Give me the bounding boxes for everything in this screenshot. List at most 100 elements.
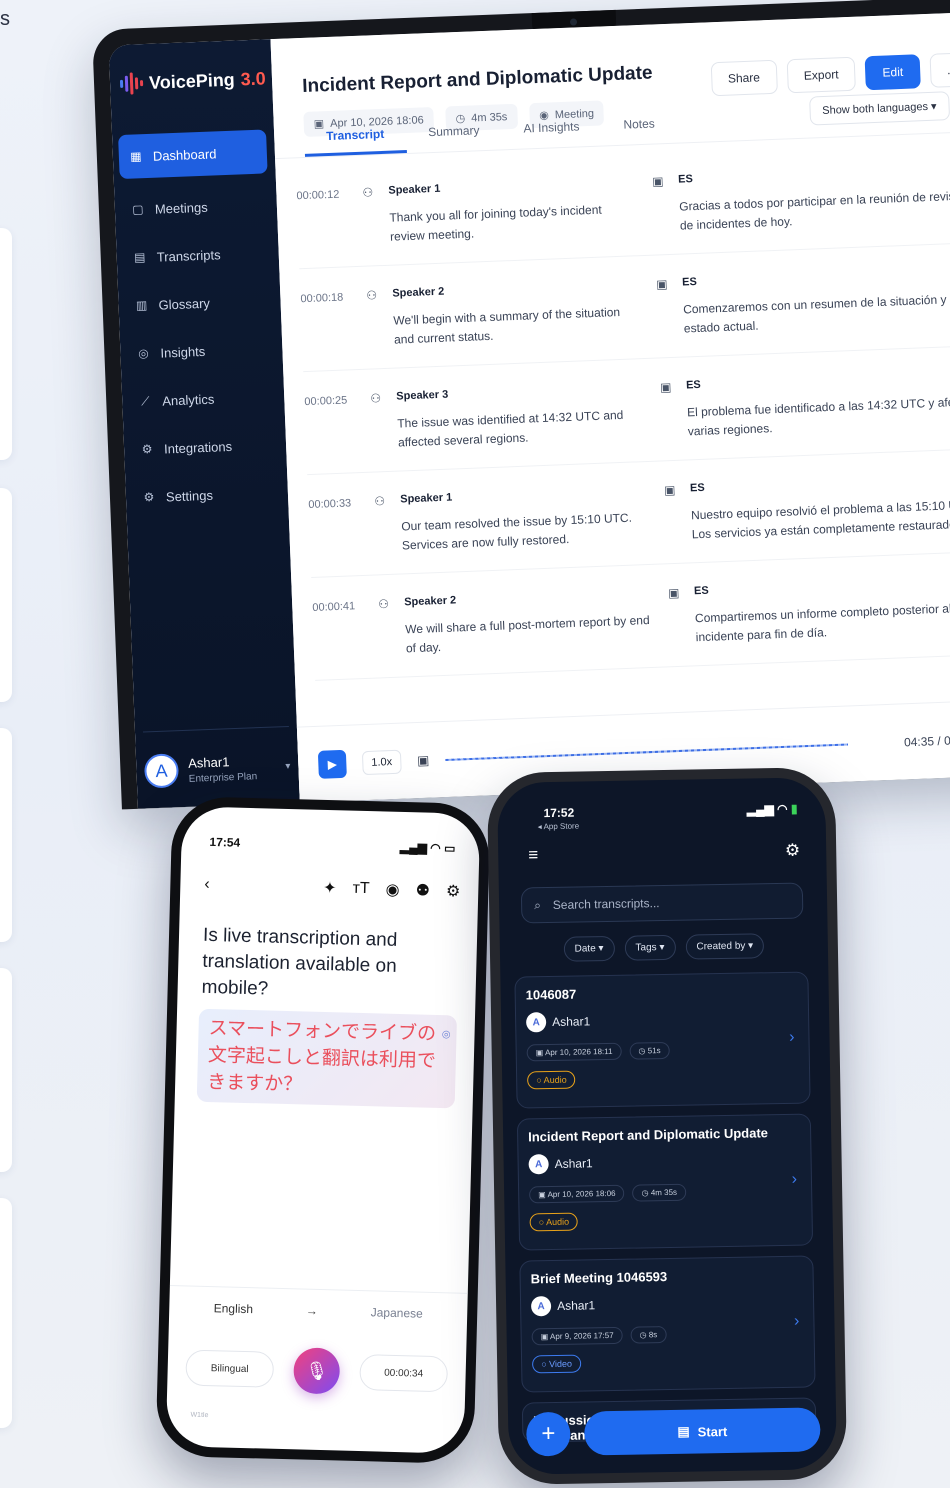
chevron-down-icon: ▾ <box>656 942 665 954</box>
search-icon: ⌕ <box>533 897 541 912</box>
sidebar-item-label: Analytics <box>161 391 215 409</box>
filter-tags[interactable]: Tags ▾ <box>624 934 676 961</box>
edit-button[interactable]: Edit <box>864 54 921 91</box>
speaker-name: Speaker 2 <box>403 594 457 609</box>
badge-label: Audio <box>546 1216 570 1228</box>
chevron-down-icon[interactable]: ▾ <box>285 760 290 771</box>
timestamp[interactable]: 00:00:12 <box>296 186 364 250</box>
sidebar-item-integrations[interactable]: ⚙ Integrations <box>129 427 278 467</box>
gear-icon[interactable]: ⚙ <box>785 841 801 861</box>
playback-speed-button[interactable]: 1.0x <box>361 749 402 775</box>
signal-battery-icon: ▂▄▆ ◠ ▮ <box>746 801 798 817</box>
speaker-icon: ⚇ <box>377 597 390 612</box>
chevron-right-icon[interactable]: › <box>789 1029 795 1047</box>
source-language[interactable]: English <box>214 1301 254 1316</box>
sidebar-item-analytics[interactable]: ⟋ Analytics <box>128 379 277 419</box>
timestamp[interactable]: 00:00:25 <box>304 392 372 456</box>
add-button[interactable]: + <box>525 1411 571 1457</box>
original-column: Speaker 3 The issue was identified at 14:… <box>396 381 648 453</box>
timestamp[interactable]: 00:00:41 <box>312 597 380 661</box>
sidebar-item-transcripts[interactable]: ▤ Transcripts <box>122 235 271 275</box>
clip-icon[interactable]: ▣ <box>417 752 430 768</box>
start-label: Start <box>697 1423 728 1440</box>
gear-icon[interactable]: ⚙ <box>446 881 461 901</box>
sidebar-item-meetings[interactable]: ▢ Meetings <box>120 187 269 227</box>
transcript-card[interactable]: Brief Meeting 1046593 A Ashar1 ▣ Apr 9, 202… <box>519 1255 816 1393</box>
sidebar-item-label: Settings <box>165 487 214 504</box>
card-user: A Ashar1 <box>525 1008 798 1033</box>
waveform-scrubber[interactable] <box>445 731 889 770</box>
original-column: Speaker 2 We will share a full post-morte… <box>404 587 656 659</box>
sidebar-item-glossary[interactable]: ▥ Glossary <box>124 283 273 323</box>
translate-badge-icon: ◎ <box>441 1029 451 1041</box>
target-language[interactable]: Japanese <box>371 1305 423 1320</box>
timestamp[interactable]: 00:00:33 <box>308 495 376 559</box>
microphone-button[interactable]: 🎙 <box>293 1347 341 1395</box>
filter-date[interactable]: Date ▾ <box>563 935 615 962</box>
back-icon[interactable]: ‹ <box>204 876 210 894</box>
subtitle-icon: ▤ <box>677 1423 690 1439</box>
speaker-icon: ⚇ <box>374 494 386 509</box>
add-user-icon[interactable]: ⚉ <box>415 880 430 900</box>
app-logo[interactable]: VoicePing 3.0 <box>109 39 273 95</box>
sidebar-item-dashboard[interactable]: ▦ Dashboard <box>118 129 268 180</box>
card-title: 1046087 <box>525 986 577 1003</box>
transcript-card[interactable]: 1046087 A Ashar1 ▣ Apr 10, 2026 18:11 ◷ 51s ○… <box>514 971 811 1109</box>
translate-icon: ▣ <box>667 585 680 601</box>
speaker-name: Speaker 2 <box>392 285 445 300</box>
bilingual-mode-button[interactable]: Bilingual <box>185 1349 275 1388</box>
card-duration: 8s <box>648 1330 658 1340</box>
tab-ai-insights[interactable]: AI Insights <box>501 119 602 150</box>
card-meta: ▣ Apr 10, 2026 18:06 ◷ 4m 35s <box>529 1182 801 1204</box>
tab-transcript[interactable]: Transcript <box>303 126 407 157</box>
translated-text: Gracias a todos por participar en la reu… <box>678 188 950 233</box>
timestamp[interactable]: 00:00:18 <box>300 289 368 353</box>
card-user-name: Ashar1 <box>552 1014 591 1029</box>
sidebar-item-label: Insights <box>160 343 206 361</box>
speaker-icon[interactable]: ◉ <box>385 880 399 900</box>
brand-mark: W1tle <box>190 1411 209 1420</box>
laptop-device: VoicePing 3.0 ▦ Dashboard ▢ Meetings ▤ Transc… <box>92 0 950 810</box>
background-text-fragment: s <box>0 8 10 30</box>
avatar: A <box>143 753 180 789</box>
status-time: 17:52 <box>543 805 575 821</box>
speaker-name: Speaker 1 <box>400 491 453 506</box>
status-time: 17:54 <box>209 834 241 850</box>
menu-icon[interactable]: ≡ <box>528 845 538 865</box>
language-display-select[interactable]: Show both languages ▾ <box>808 91 950 126</box>
recording-controls: Bilingual 🎙 00:00:34 <box>185 1344 449 1397</box>
tab-summary[interactable]: Summary <box>406 122 502 153</box>
card-date: Apr 9, 2026 17:57 <box>549 1330 614 1342</box>
sidebar-item-settings[interactable]: ⚙ Settings <box>131 475 280 515</box>
play-button[interactable]: ▶ <box>317 749 347 779</box>
chevron-right-icon[interactable]: › <box>791 1171 797 1189</box>
card-meta: ▣ Apr 10, 2026 18:11 ◷ 51s <box>526 1040 799 1062</box>
language-code: ES <box>689 481 705 495</box>
chevron-down-icon: ▾ <box>595 943 604 955</box>
filter-created-by[interactable]: Created by ▾ <box>685 933 765 960</box>
translation-column: ES Gracias a todos por participar en la r… <box>678 162 950 235</box>
audio-badge: ○ Audio <box>529 1212 579 1232</box>
page-header: Incident Report and Diplomatic Update ▣ A… <box>270 11 950 160</box>
start-button[interactable]: ▤ Start <box>583 1407 821 1456</box>
search-input[interactable]: ⌕ Search transcripts... <box>520 882 804 924</box>
translated-text: El problema fue identificado a las 14:32… <box>686 394 950 439</box>
export-button[interactable]: Export <box>786 56 857 94</box>
language-code: ES <box>693 584 709 598</box>
tab-notes[interactable]: Notes <box>601 116 677 146</box>
arrow-right-icon[interactable]: → <box>306 1304 318 1318</box>
date-chip: ▣ Apr 10, 2026 18:06 <box>529 1184 625 1204</box>
user-name: Ashar1 <box>187 753 230 771</box>
translated-text: Nuestro equipo resolvió el problema a la… <box>690 497 950 542</box>
user-profile[interactable]: A Ashar1 Enterprise Plan ▾ <box>142 725 292 789</box>
more-button[interactable]: ... <box>929 52 950 88</box>
share-button[interactable]: Share <box>710 59 778 97</box>
translate-icon: ▣ <box>651 174 664 189</box>
chevron-right-icon[interactable]: › <box>794 1313 800 1331</box>
waveform-line <box>445 743 849 761</box>
text-size-icon[interactable]: ᴛT <box>352 880 370 898</box>
card-date: Apr 10, 2026 18:11 <box>544 1046 613 1058</box>
sidebar-item-insights[interactable]: ◎ Insights <box>126 331 275 371</box>
transcript-card[interactable]: Incident Report and Diplomatic Update A As… <box>516 1113 814 1251</box>
sparkle-icon[interactable]: ✦ <box>323 878 337 898</box>
